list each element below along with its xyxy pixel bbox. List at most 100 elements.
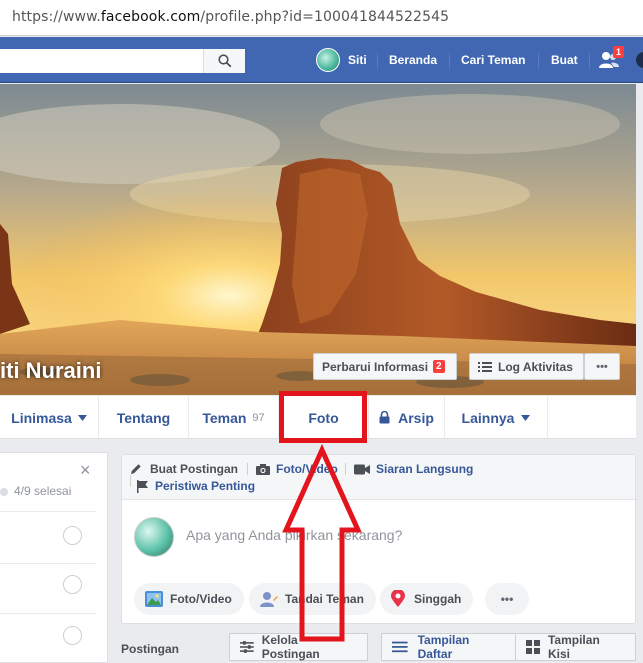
tab-label: Lainnya xyxy=(461,409,515,426)
photo-icon xyxy=(145,591,163,607)
row-divider xyxy=(0,511,96,512)
list-view-icon xyxy=(392,641,408,653)
photo-video-chip[interactable]: Foto/Video xyxy=(134,583,244,615)
grid-view-button[interactable]: Tampilan Kisi xyxy=(515,633,636,661)
tag-friends-icon xyxy=(260,592,278,607)
create-post-label: Buat Postingan xyxy=(150,462,239,476)
chip-label: Tandai Teman xyxy=(285,592,364,606)
nav-home-link[interactable]: Beranda xyxy=(389,37,437,83)
tab-about[interactable]: Tentang xyxy=(99,396,188,439)
nav-create-link[interactable]: Buat xyxy=(551,37,578,83)
row-divider xyxy=(0,613,96,614)
avatar xyxy=(134,517,174,557)
update-info-label: Perbarui Informasi xyxy=(322,359,429,374)
manage-posts-button[interactable]: Kelola Postingan xyxy=(229,633,368,661)
tab-more[interactable]: Lainnya xyxy=(445,396,547,439)
photo-video-label: Foto/Video xyxy=(276,462,338,476)
check-in-chip[interactable]: Singgah xyxy=(380,583,474,615)
more-options-label: ••• xyxy=(596,360,608,373)
nav-divider xyxy=(589,53,590,69)
friends-count: 97 xyxy=(252,411,265,424)
settings-sliders-icon xyxy=(240,641,254,653)
row-divider xyxy=(0,563,96,564)
life-event-link[interactable]: Peristiwa Penting xyxy=(137,479,255,493)
url-domain: facebook.com xyxy=(100,9,201,25)
life-event-label: Peristiwa Penting xyxy=(155,479,256,493)
pencil-icon xyxy=(131,464,141,474)
list-icon xyxy=(478,361,492,372)
tag-friends-chip[interactable]: Tandai Teman xyxy=(249,583,376,615)
list-view-button[interactable]: Tampilan Daftar xyxy=(381,633,516,661)
caret-down-icon xyxy=(77,414,87,421)
nav-create-label: Buat xyxy=(551,53,578,67)
grid-view-icon xyxy=(526,640,540,654)
nav-profile-link[interactable]: Siti xyxy=(316,37,367,83)
post-composer: Buat Postingan Foto/Video Siaran Langsun… xyxy=(121,454,636,624)
more-label: ••• xyxy=(500,592,514,606)
cover-image xyxy=(0,84,636,395)
activity-log-label: Log Aktivitas xyxy=(498,359,573,374)
nav-divider xyxy=(449,53,450,69)
divider xyxy=(130,475,131,487)
top-navigation: Siti Beranda Cari Teman Buat 1 xyxy=(0,37,643,83)
live-video-label: Siaran Langsung xyxy=(376,462,474,476)
divider xyxy=(345,463,346,475)
tab-timeline[interactable]: Linimasa xyxy=(0,396,98,439)
close-icon[interactable]: × xyxy=(80,460,91,481)
nav-home-label: Beranda xyxy=(389,53,438,67)
more-options-button[interactable]: ••• xyxy=(584,353,620,380)
friend-requests-badge: 1 xyxy=(613,46,624,58)
url-text[interactable]: https://www.facebook.com/profile.php?id=… xyxy=(12,9,449,25)
tab-divider xyxy=(547,396,548,439)
tab-label: Linimasa xyxy=(11,409,72,426)
divider xyxy=(247,463,248,475)
posts-label: Postingan xyxy=(121,642,180,656)
avatar xyxy=(316,48,340,72)
tab-label: Tentang xyxy=(116,409,171,426)
caret-down-icon xyxy=(521,414,531,421)
update-info-badge: 2 xyxy=(433,360,445,373)
update-info-button[interactable]: Perbarui Informasi 2 xyxy=(313,353,457,380)
lock-icon xyxy=(379,411,390,424)
progress-dot xyxy=(0,488,8,496)
chip-label: Foto/Video xyxy=(170,592,232,606)
more-chip[interactable]: ••• xyxy=(485,583,529,615)
profile-completion-card: × 4/9 selesai xyxy=(0,452,108,663)
video-icon xyxy=(354,464,370,474)
chip-label: Singgah xyxy=(414,592,462,606)
live-video-link[interactable]: Siaran Langsung xyxy=(354,462,473,476)
annotation-highlight-box xyxy=(279,391,367,443)
composer-input[interactable]: Apa yang Anda pikirkan sekarang? xyxy=(186,527,402,543)
search-input[interactable] xyxy=(0,49,245,73)
flag-icon xyxy=(137,479,148,493)
cover-photo[interactable] xyxy=(0,84,636,395)
nav-user-name: Siti xyxy=(348,53,367,67)
search-icon xyxy=(217,54,231,68)
nav-divider xyxy=(377,53,378,69)
url-prefix: https://www. xyxy=(12,9,101,25)
grid-view-label: Tampilan Kisi xyxy=(547,633,600,661)
nav-find-friends-label: Cari Teman xyxy=(461,53,526,67)
manage-posts-label: Kelola Postingan xyxy=(261,633,320,661)
list-view-label: Tampilan Daftar xyxy=(417,633,470,661)
create-post-link[interactable]: Buat Postingan xyxy=(130,462,238,476)
task-checkbox[interactable] xyxy=(63,575,82,594)
browser-address-bar[interactable]: https://www.facebook.com/profile.php?id=… xyxy=(0,0,643,36)
activity-log-button[interactable]: Log Aktivitas xyxy=(469,353,584,380)
tab-archive[interactable]: Arsip xyxy=(369,396,444,439)
composer-header: Buat Postingan Foto/Video Siaran Langsun… xyxy=(122,455,635,500)
task-checkbox[interactable] xyxy=(63,526,82,545)
location-pin-icon xyxy=(391,590,405,607)
nav-find-friends-link[interactable]: Cari Teman xyxy=(461,37,525,83)
photo-video-link[interactable]: Foto/Video xyxy=(256,462,338,476)
messenger-icon[interactable] xyxy=(636,52,643,68)
nav-divider xyxy=(538,53,539,69)
task-checkbox[interactable] xyxy=(63,626,82,645)
camera-icon xyxy=(256,463,270,475)
friend-requests-button[interactable]: 1 xyxy=(598,37,628,83)
tab-label: Teman xyxy=(202,409,247,426)
tab-friends[interactable]: Teman 97 xyxy=(189,396,278,439)
url-path: /profile.php?id=100041844522545 xyxy=(200,9,450,25)
profile-name[interactable]: iti Nuraini xyxy=(0,358,101,384)
search-button[interactable] xyxy=(203,49,245,73)
